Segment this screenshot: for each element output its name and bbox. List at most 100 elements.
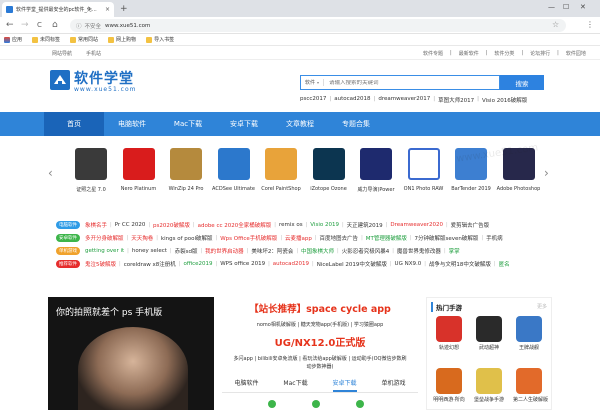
keyword-link[interactable]: NiceLabel 2019中文破解版 bbox=[317, 260, 387, 268]
tab-close-icon[interactable]: × bbox=[105, 6, 110, 13]
home-icon[interactable]: ⌂ bbox=[52, 19, 58, 31]
keyword-link[interactable]: Visio 2019 bbox=[310, 222, 339, 228]
hot-link[interactable]: dreamweaver2017 bbox=[378, 96, 430, 104]
keyword-link[interactable]: Pr CC 2020 bbox=[115, 222, 146, 228]
search-input[interactable] bbox=[324, 79, 499, 86]
topic-link[interactable]: 软件专题 bbox=[423, 50, 443, 57]
bookmark-star-icon[interactable]: ☆ bbox=[552, 20, 559, 29]
bookmark-item[interactable]: 未同标签 bbox=[32, 36, 60, 43]
forward-icon[interactable]: → bbox=[21, 19, 29, 31]
hot-link[interactable]: pscc2017 bbox=[300, 96, 326, 104]
browser-tab[interactable]: 软件学堂_提供最安全的pc软件_免... × bbox=[2, 2, 114, 17]
latest-link[interactable]: 最新软件 bbox=[459, 50, 479, 57]
keyword-link[interactable]: 天天掏卷 bbox=[131, 234, 153, 242]
keyword-link[interactable]: ps2020破解版 bbox=[153, 221, 190, 229]
search-category-select[interactable]: 软件 ▾ bbox=[301, 79, 325, 86]
game-item[interactable]: 第二人生破解版 bbox=[513, 368, 548, 403]
keyword-link[interactable]: 百度地图去广告 bbox=[320, 234, 359, 242]
android-icon[interactable] bbox=[356, 400, 364, 408]
carousel-item[interactable]: BarTender 2019 bbox=[448, 148, 494, 192]
keyword-link[interactable]: MT管理器破解版 bbox=[366, 234, 407, 242]
category-badge[interactable]: 单机游戏 bbox=[56, 246, 80, 255]
browser-menu-icon[interactable]: ⋮ bbox=[586, 20, 594, 29]
recommend-links[interactable]: nomo相机破解版 | 糖天宠物app(手机版) | 学习猿圈app bbox=[222, 321, 418, 328]
game-item[interactable]: 堡垒战争手游 bbox=[473, 368, 505, 403]
keyword-link[interactable]: autocad2019 bbox=[273, 261, 309, 267]
keyword-link[interactable]: 魔兽世界鬼修改器 bbox=[397, 247, 441, 255]
keyword-link[interactable]: 火影忍者究极风暴4 bbox=[342, 247, 390, 255]
category-link[interactable]: 软件分类 bbox=[494, 50, 514, 57]
recommend-links-2[interactable]: 多闪app | bilibili安卓免流版 | 看玩法给app破解版 | 运动助… bbox=[222, 355, 418, 363]
keyword-link[interactable]: Dreamweaver2020 bbox=[390, 222, 443, 228]
new-tab-button[interactable]: + bbox=[120, 3, 128, 15]
keyword-link[interactable]: 战争与文明18中文破解版 bbox=[429, 260, 491, 268]
nav-tutorials[interactable]: 文章教程 bbox=[272, 112, 328, 136]
game-item[interactable]: 武动超神 bbox=[473, 316, 505, 351]
keyword-link[interactable]: kings of pool破解版 bbox=[161, 234, 213, 242]
recommend-links-3[interactable]: 动步数神器) bbox=[222, 363, 418, 371]
hot-link[interactable]: Visio 2016破解版 bbox=[482, 96, 527, 104]
keyword-link[interactable]: 7分钟破解版seven破解版 bbox=[415, 234, 479, 242]
carousel-item[interactable]: Nero Platinum bbox=[116, 148, 162, 192]
keyword-link[interactable]: 云麦播app bbox=[285, 234, 312, 242]
address-bar[interactable]: ⓘ 不安全 www.xue51.com bbox=[70, 19, 566, 32]
keyword-link[interactable]: 象棋名手 bbox=[85, 221, 107, 229]
bookmark-apps[interactable]: 应用 bbox=[4, 36, 22, 43]
keyword-link[interactable]: 爱剪辑去广告版 bbox=[451, 221, 490, 229]
promo-banner[interactable]: 你的拍照就差个 ps 手机版 bbox=[48, 297, 214, 410]
more-link[interactable]: 更多 bbox=[537, 303, 547, 310]
keyword-link[interactable]: Wps Office手机破解版 bbox=[220, 234, 277, 242]
recommend-title[interactable]: 【站长推荐】space cycle app bbox=[222, 301, 418, 315]
carousel-item[interactable]: ACDSee Ultimate bbox=[211, 148, 257, 192]
keyword-link[interactable]: WPS office 2019 bbox=[220, 261, 265, 267]
carousel-next-icon[interactable]: › bbox=[544, 166, 549, 180]
android-icon[interactable] bbox=[312, 400, 320, 408]
tab-pc-software[interactable]: 电脑软件 bbox=[234, 378, 258, 392]
carousel-item[interactable]: ON1 Photo RAW bbox=[401, 148, 447, 192]
bookmark-item[interactable]: 导入书签 bbox=[146, 36, 174, 43]
hot-link[interactable]: autocad2018 bbox=[334, 96, 370, 104]
site-logo[interactable]: 软件学堂 www.xue51.com bbox=[50, 68, 180, 96]
keyword-link[interactable]: office2019 bbox=[183, 261, 212, 267]
keyword-link[interactable]: 手机病 bbox=[486, 234, 503, 242]
carousel-item[interactable]: 威力导演(Power bbox=[353, 148, 399, 193]
keyword-link[interactable]: 美味坏2：阿瓷会 bbox=[251, 247, 293, 255]
keyword-link[interactable]: adobe cc 2020全家桶破解版 bbox=[198, 221, 272, 229]
keyword-link[interactable]: remix os bbox=[279, 222, 303, 228]
mobile-site-link[interactable]: 手机站 bbox=[86, 50, 101, 57]
carousel-item[interactable]: iZotope Ozone bbox=[306, 148, 352, 192]
reload-icon[interactable]: C bbox=[37, 19, 42, 31]
game-item[interactable]: 王牌战舰 bbox=[513, 316, 545, 351]
recommend-title-2[interactable]: UG/NX12.0正式版 bbox=[222, 334, 418, 349]
category-badge[interactable]: 推荐软件 bbox=[56, 259, 80, 268]
keyword-link[interactable]: 赤裂sd版 bbox=[175, 247, 198, 255]
carousel-item[interactable]: WinZip 24 Pro bbox=[163, 148, 209, 192]
game-item[interactable]: 轨迹幻想 bbox=[433, 316, 465, 351]
info-icon[interactable]: ⓘ bbox=[76, 22, 82, 30]
keyword-link[interactable]: UG NX9.0 bbox=[395, 261, 422, 267]
tab-single-games[interactable]: 单机游戏 bbox=[381, 378, 405, 392]
carousel-item[interactable]: 证照之星 7.0 bbox=[68, 148, 114, 193]
game-item[interactable]: 明明西游·所向 bbox=[433, 368, 465, 403]
back-icon[interactable]: ← bbox=[6, 19, 14, 31]
tab-android-download[interactable]: 安卓下载 bbox=[332, 378, 357, 392]
keyword-link[interactable]: coreldraw x8注册机 bbox=[124, 260, 176, 268]
ranking-link[interactable]: 论坛排行 bbox=[530, 50, 550, 57]
nav-pc-software[interactable]: 电脑软件 bbox=[104, 112, 160, 136]
keyword-link[interactable]: 天正建筑2019 bbox=[347, 221, 383, 229]
nav-collections[interactable]: 专题合集 bbox=[328, 112, 384, 136]
nav-mac-download[interactable]: Mac下载 bbox=[160, 112, 216, 136]
keyword-link[interactable]: getting over it bbox=[85, 248, 124, 254]
keyword-link[interactable]: honey select bbox=[132, 248, 167, 254]
garden-link[interactable]: 软件园地 bbox=[566, 50, 586, 57]
keyword-link[interactable]: 匿名 bbox=[499, 260, 510, 268]
nav-home[interactable]: 首页 bbox=[44, 112, 104, 136]
tab-mac-download[interactable]: Mac下载 bbox=[283, 378, 307, 392]
category-badge[interactable]: 安卓软件 bbox=[56, 233, 80, 242]
bookmark-item[interactable]: 常用同站 bbox=[70, 36, 98, 43]
keyword-link[interactable]: 掌掌 bbox=[449, 247, 460, 255]
search-button[interactable]: 搜索 bbox=[500, 75, 544, 90]
maximize-icon[interactable]: ☐ bbox=[563, 3, 569, 11]
site-nav-link[interactable]: 网站导航 bbox=[52, 50, 72, 57]
keyword-link[interactable]: 鬼泣5破解版 bbox=[85, 260, 116, 268]
